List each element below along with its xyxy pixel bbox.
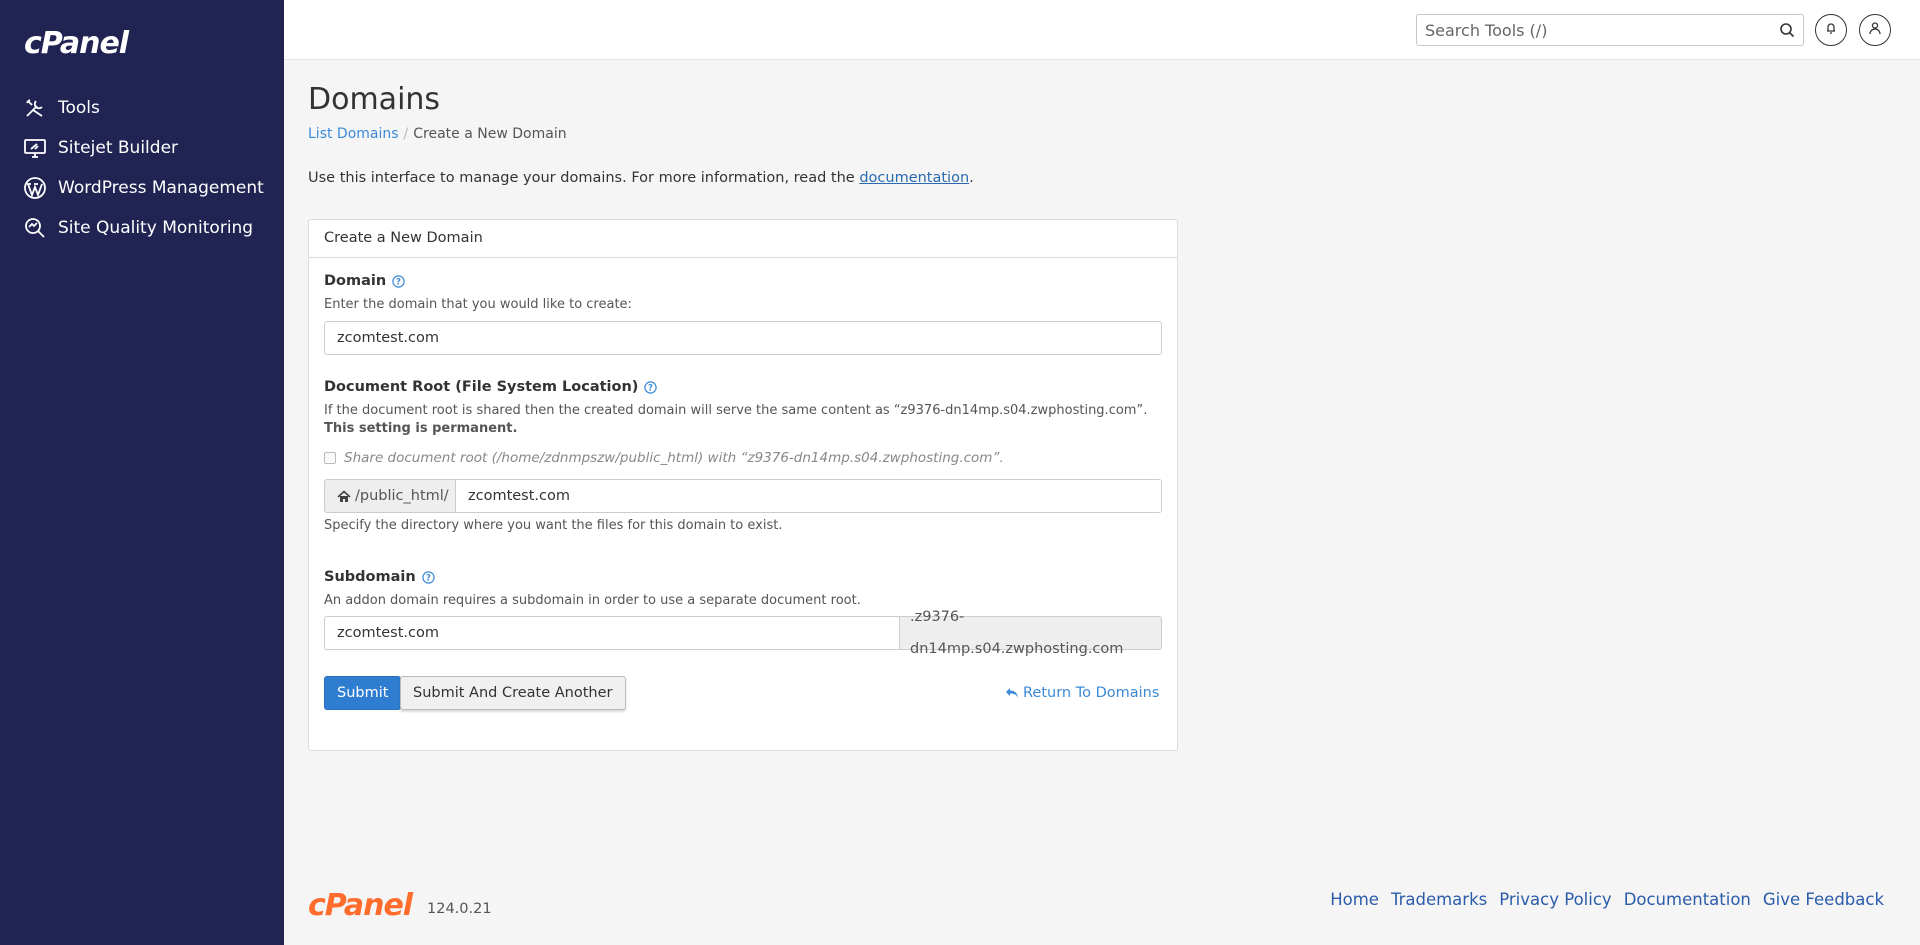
share-docroot-row: Share document root (/home/zdnmpszw/publ…	[324, 450, 1004, 466]
share-docroot-label: Share document root (/home/zdnmpszw/publ…	[344, 450, 1004, 466]
submit-button[interactable]: Submit	[324, 676, 402, 710]
bell-icon	[1824, 21, 1838, 40]
tools-icon	[22, 95, 48, 121]
svg-text:?: ?	[396, 277, 401, 287]
document-root-label-text: Document Root (File System Location)	[324, 379, 639, 395]
reply-arrow-icon	[1005, 687, 1019, 699]
domain-input[interactable]: zcomtest.com	[324, 321, 1162, 355]
version-number: 124.0.21	[427, 901, 492, 917]
panel-title: Create a New Domain	[309, 220, 1177, 258]
magnifier-icon	[22, 215, 48, 241]
top-bar	[284, 0, 1920, 60]
search-input[interactable]	[1417, 15, 1757, 45]
footer-cpanel-logo[interactable]: cPanel	[308, 888, 413, 923]
help-icon[interactable]: ?	[392, 274, 405, 288]
breadcrumb-list-domains-link[interactable]: List Domains	[308, 126, 399, 142]
domain-label: Domain ?	[324, 273, 405, 289]
subdomain-label-text: Subdomain	[324, 569, 416, 585]
help-icon[interactable]: ?	[644, 380, 658, 394]
document-root-label: Document Root (File System Location) ?	[324, 379, 658, 395]
cpanel-logo[interactable]: cPanel	[24, 26, 129, 61]
submit-and-create-another-button[interactable]: Submit And Create Another	[400, 676, 626, 710]
sidebar-item-label: Tools	[58, 98, 100, 118]
sidebar-item-site-quality-monitoring[interactable]: Site Quality Monitoring	[0, 208, 284, 248]
sidebar-item-label: Sitejet Builder	[58, 138, 179, 158]
footer-link-home[interactable]: Home	[1330, 890, 1379, 909]
sidebar-nav: Tools Sitejet Builder WordPress Manageme…	[0, 88, 284, 248]
docroot-prefix: /public_html/	[324, 479, 456, 513]
notifications-button[interactable]	[1815, 14, 1847, 46]
subdomain-hint: An addon domain requires a subdomain in …	[324, 593, 861, 608]
wordpress-icon	[22, 175, 48, 201]
return-to-domains-link[interactable]: Return To Domains	[1005, 685, 1159, 701]
intro-text-end: .	[969, 170, 974, 186]
return-to-domains-label: Return To Domains	[1023, 685, 1160, 701]
svg-text:?: ?	[426, 573, 431, 583]
footer-link-trademarks[interactable]: Trademarks	[1391, 890, 1487, 909]
docroot-prefix-text: /public_html/	[355, 488, 449, 504]
create-domain-panel: Create a New Domain Domain ? Enter the d…	[308, 219, 1178, 751]
breadcrumb-current: Create a New Domain	[413, 126, 567, 142]
document-root-input[interactable]: zcomtest.com	[455, 479, 1162, 513]
documentation-link[interactable]: documentation	[859, 170, 969, 186]
document-root-hint-text: If the document root is shared then the …	[324, 403, 1148, 418]
subdomain-label: Subdomain ?	[324, 569, 435, 585]
footer-links: Home Trademarks Privacy Policy Documenta…	[1330, 890, 1884, 909]
main-content: Domains List Domains / Create a New Domain…	[284, 60, 1920, 945]
search-icon[interactable]	[1779, 22, 1795, 43]
footer-link-documentation[interactable]: Documentation	[1624, 890, 1751, 909]
subdomain-suffix: .z9376-dn14mp.s04.zwphosting.com	[899, 609, 1162, 657]
sidebar-item-sitejet-builder[interactable]: Sitejet Builder	[0, 128, 284, 168]
document-root-hint: If the document root is shared then the …	[324, 402, 1164, 438]
search-box	[1416, 14, 1804, 46]
intro-text-main: Use this interface to manage your domain…	[308, 170, 860, 186]
sidebar-item-label: Site Quality Monitoring	[58, 218, 254, 238]
intro-text: Use this interface to manage your domain…	[308, 170, 974, 186]
home-icon	[337, 489, 351, 503]
footer-link-give-feedback[interactable]: Give Feedback	[1763, 890, 1884, 909]
document-root-help: Specify the directory where you want the…	[324, 518, 783, 533]
sidebar-item-tools[interactable]: Tools	[0, 88, 284, 128]
help-icon[interactable]: ?	[421, 570, 435, 584]
domain-hint: Enter the domain that you would like to …	[324, 297, 632, 312]
sidebar-item-wordpress-management[interactable]: WordPress Management	[0, 168, 284, 208]
svg-text:?: ?	[648, 383, 653, 393]
breadcrumb: List Domains / Create a New Domain	[308, 126, 567, 142]
monitor-icon	[22, 135, 48, 161]
subdomain-input[interactable]: zcomtest.com	[324, 616, 900, 650]
permanent-warning: This setting is permanent.	[324, 421, 518, 436]
sidebar: cPanel Tools Sitejet Builder WordPress M…	[0, 0, 284, 945]
domain-label-text: Domain	[324, 273, 387, 289]
page-title: Domains	[308, 82, 441, 117]
user-icon	[1868, 21, 1882, 40]
footer-link-privacy-policy[interactable]: Privacy Policy	[1499, 890, 1611, 909]
share-docroot-checkbox[interactable]	[324, 452, 336, 464]
sidebar-item-label: WordPress Management	[58, 178, 264, 198]
user-menu-button[interactable]	[1859, 14, 1891, 46]
breadcrumb-separator: /	[403, 126, 409, 142]
